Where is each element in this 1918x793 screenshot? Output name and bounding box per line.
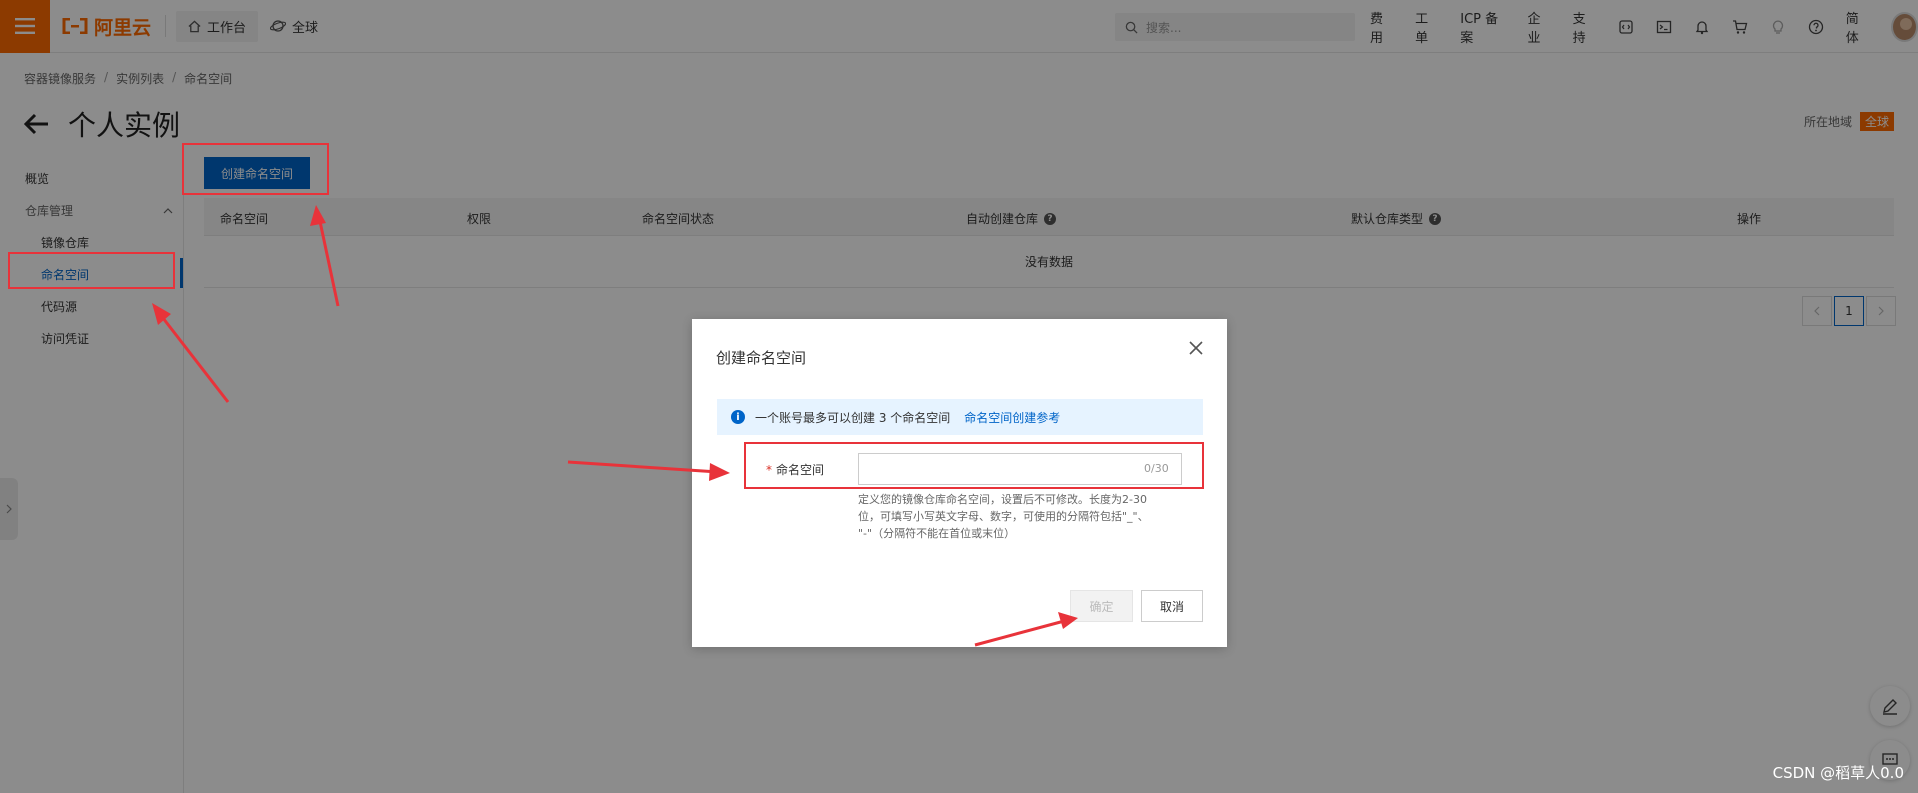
annotation-arrow [152, 303, 230, 403]
annotation-arrow [310, 205, 340, 307]
annotation-arrow [974, 612, 1078, 647]
csdn-watermark: CSDN @稻草人0.0 [1772, 764, 1904, 782]
annotation-arrows [152, 205, 1078, 647]
annotation-arrow [567, 460, 730, 481]
